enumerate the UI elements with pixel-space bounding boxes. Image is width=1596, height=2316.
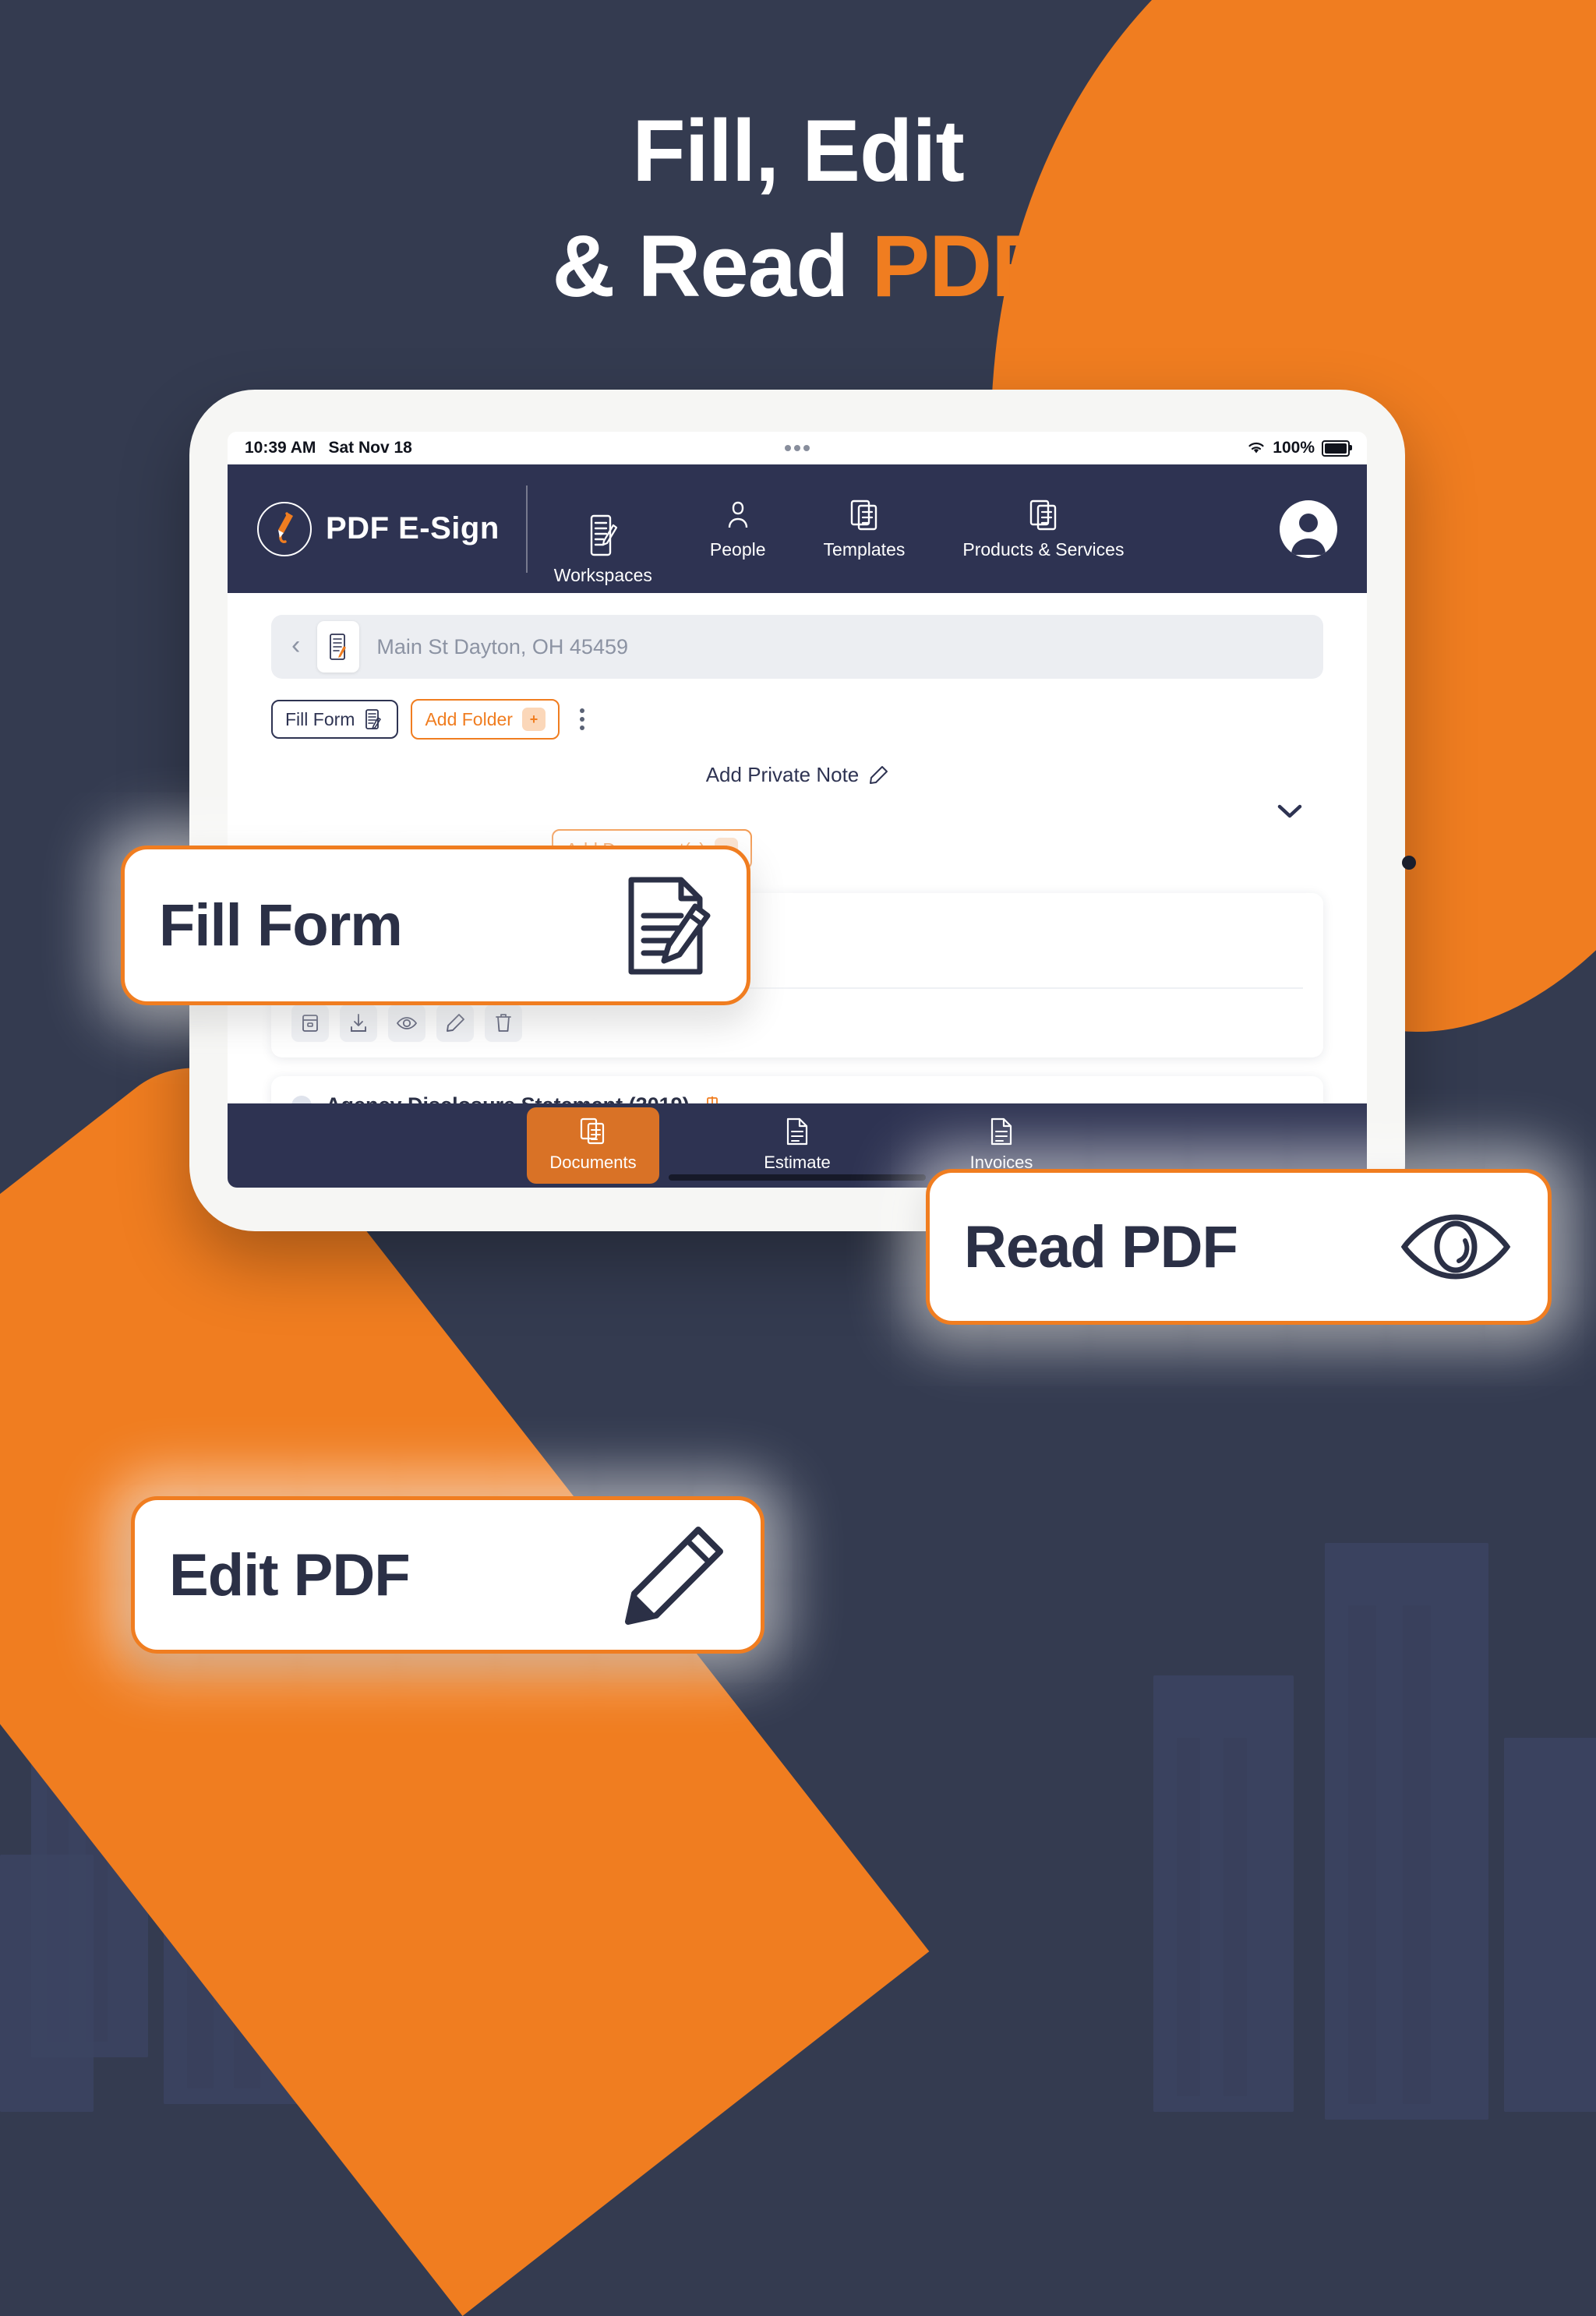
callout-label: Read PDF xyxy=(964,1213,1238,1280)
battery-full-icon xyxy=(1322,440,1352,457)
brand-name: PDF E-Sign xyxy=(326,511,500,545)
home-indicator xyxy=(669,1174,926,1181)
page-title: Fill, Edit & Read PDF xyxy=(0,94,1596,324)
pencil-icon xyxy=(623,1523,726,1626)
nav-item-products-services[interactable]: Products & Services xyxy=(962,498,1124,560)
add-folder-button[interactable]: Add Folder + xyxy=(411,699,560,740)
callout-label: Fill Form xyxy=(159,892,403,959)
document-pencil-icon xyxy=(620,875,712,976)
headline-accent-pdf: PDF xyxy=(871,217,1045,315)
pencil-icon[interactable] xyxy=(436,1004,474,1042)
status-time: 10:39 AM xyxy=(245,439,316,457)
wifi-icon xyxy=(1247,441,1266,455)
nav-item-workspaces[interactable]: Workspaces xyxy=(554,513,652,586)
nav-item-label: Products & Services xyxy=(962,538,1125,560)
invoices-icon xyxy=(988,1117,1015,1146)
chevron-down-icon[interactable] xyxy=(1276,803,1303,820)
people-icon xyxy=(721,498,755,532)
brand-logo[interactable]: PDF E-Sign xyxy=(257,501,500,556)
app-top-navigation: PDF E-Sign Workspaces People Templates P… xyxy=(228,464,1367,593)
download-icon[interactable] xyxy=(340,1004,377,1042)
pencil-icon xyxy=(868,765,888,786)
row-select-radio[interactable] xyxy=(291,1095,312,1103)
battery-percent-label: 100% xyxy=(1273,439,1315,457)
nav-item-label: Workspaces xyxy=(553,564,652,585)
tablet-screen: 10:39 AM Sat Nov 18 100% PDF E-Sign Work… xyxy=(228,432,1367,1188)
form-pencil-icon xyxy=(364,708,384,730)
nav-divider xyxy=(525,485,528,573)
headline-line-1: Fill, Edit xyxy=(632,102,965,199)
nav-item-people[interactable]: People xyxy=(710,498,766,560)
breadcrumb-address-bar[interactable]: ‹ Main St Dayton, OH 45459 xyxy=(271,615,1323,679)
fill-form-label: Fill Form xyxy=(285,708,355,729)
status-date: Sat Nov 18 xyxy=(328,439,412,457)
archive-icon[interactable] xyxy=(291,1004,329,1042)
nav-item-templates[interactable]: Templates xyxy=(823,498,906,560)
workspaces-icon xyxy=(585,513,621,558)
templates-icon xyxy=(847,498,881,532)
tab-estimate[interactable]: Estimate xyxy=(731,1107,863,1184)
trash-icon[interactable] xyxy=(485,1004,522,1042)
tablet-device-frame: 10:39 AM Sat Nov 18 100% PDF E-Sign Work… xyxy=(189,390,1416,1231)
tab-label: Estimate xyxy=(764,1153,831,1172)
eye-icon[interactable] xyxy=(388,1004,425,1042)
breadcrumb-text: Main St Dayton, OH 45459 xyxy=(376,634,628,658)
tab-label: Documents xyxy=(549,1153,637,1172)
add-folder-label: Add Folder xyxy=(425,708,513,729)
estimate-icon xyxy=(784,1117,810,1146)
pdf-page-icon xyxy=(704,1096,721,1103)
device-side-button xyxy=(1402,856,1416,870)
nav-item-label: People xyxy=(709,538,766,560)
callout-edit-pdf: Edit PDF xyxy=(131,1496,764,1654)
nav-item-label: Templates xyxy=(823,538,906,560)
document-toolbar: Fill Form Add Folder + xyxy=(271,699,1323,740)
ios-status-bar: 10:39 AM Sat Nov 18 100% xyxy=(228,432,1367,464)
document-title: Agency Disclosure Statement (2019) xyxy=(326,1093,690,1103)
documents-icon xyxy=(578,1117,608,1146)
status-dynamic-island-dots xyxy=(785,445,810,451)
fill-form-button[interactable]: Fill Form xyxy=(271,700,399,739)
kebab-menu-icon[interactable] xyxy=(572,704,592,735)
table-row[interactable]: Agency Disclosure Statement (2019) Nov 1… xyxy=(271,1076,1323,1103)
row-action-bar xyxy=(291,1004,1303,1042)
callout-fill-form: Fill Form xyxy=(121,846,750,1005)
callout-read-pdf: Read PDF xyxy=(926,1169,1552,1325)
document-thumb-icon xyxy=(317,621,360,673)
pen-signature-logo-icon xyxy=(257,501,312,556)
eye-icon xyxy=(1398,1208,1513,1286)
tab-documents[interactable]: Documents xyxy=(527,1107,659,1184)
add-folder-plus-icon: + xyxy=(521,708,546,731)
products-services-icon xyxy=(1026,498,1061,532)
callout-label: Edit PDF xyxy=(169,1541,411,1608)
chevron-left-icon[interactable]: ‹ xyxy=(291,632,300,662)
collapse-section-row xyxy=(271,803,1323,820)
headline-line-2-plain: & Read xyxy=(552,217,872,315)
user-avatar-icon[interactable] xyxy=(1280,500,1337,558)
private-note-label: Add Private Note xyxy=(705,763,860,786)
add-private-note-button[interactable]: Add Private Note xyxy=(271,763,1323,787)
headline-line-2: & Read PDF xyxy=(0,209,1596,324)
